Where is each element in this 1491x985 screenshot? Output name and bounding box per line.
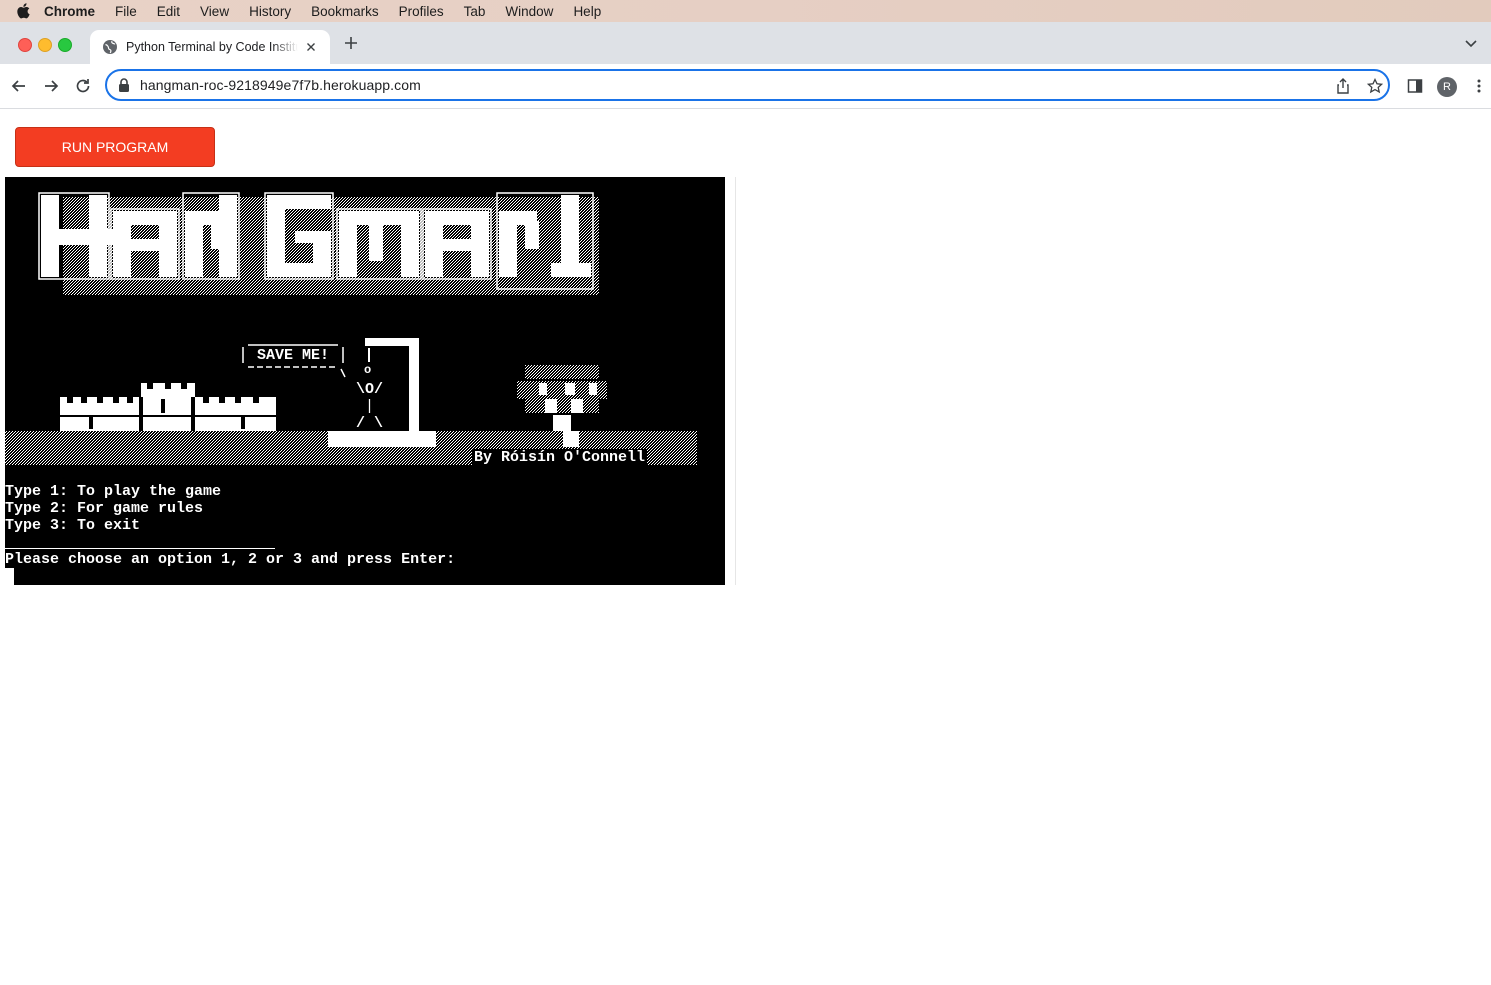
reload-icon[interactable] [73, 76, 93, 96]
profile-avatar[interactable]: R [1437, 77, 1457, 97]
menu-profiles[interactable]: Profiles [399, 4, 444, 19]
forward-arrow-icon[interactable] [41, 76, 61, 96]
menu-window[interactable]: Window [505, 4, 553, 19]
macos-menu-bar: Chrome File Edit View History Bookmarks … [0, 0, 1491, 22]
apple-logo-icon[interactable] [16, 3, 30, 19]
menu-tab[interactable]: Tab [464, 4, 486, 19]
terminal-container: SAVE ME! o \O/ | / \ By Róisín O'Connell… [5, 177, 736, 585]
window-minimize-button[interactable] [38, 38, 52, 52]
menu-help[interactable]: Help [573, 4, 601, 19]
tab-strip: Python Terminal by Code Institute [0, 22, 1491, 64]
run-program-button[interactable]: RUN PROGRAM [15, 127, 215, 167]
tab-search-chevron-down-icon[interactable] [1462, 34, 1480, 52]
address-bar[interactable]: hangman-roc-9218949e7f7b.herokuapp.com [105, 69, 1390, 101]
more-vertical-icon[interactable] [1471, 78, 1487, 94]
menu-app-name[interactable]: Chrome [44, 4, 95, 19]
menu-history[interactable]: History [249, 4, 291, 19]
bookmark-star-icon[interactable] [1367, 78, 1383, 94]
gallows-base [328, 431, 436, 447]
hanged-figure-legs: / \ [356, 415, 384, 432]
side-panel-icon[interactable] [1407, 78, 1423, 94]
tab-close-icon[interactable] [304, 40, 318, 54]
save-me-text: SAVE ME! [257, 347, 330, 364]
menu-option-3: Type 3: To exit [5, 517, 141, 534]
url-text[interactable]: hangman-roc-9218949e7f7b.herokuapp.com [140, 77, 421, 93]
python-terminal[interactable]: SAVE ME! o \O/ | / \ By Róisín O'Connell… [5, 177, 725, 585]
menu-option-2: Type 2: For game rules [5, 500, 204, 517]
menu-view[interactable]: View [200, 4, 229, 19]
share-icon[interactable] [1335, 78, 1351, 94]
hanged-figure-body: | [365, 398, 375, 415]
menu-file[interactable]: File [115, 4, 137, 19]
new-tab-plus-icon[interactable] [342, 34, 360, 52]
menu-divider [5, 548, 275, 549]
hanged-figure-arms: \O/ [356, 381, 384, 398]
window-close-button[interactable] [18, 38, 32, 52]
author-byline: By Róisín O'Connell [472, 449, 648, 466]
hanged-figure-head: o [364, 363, 372, 377]
terminal-cursor[interactable] [5, 568, 14, 585]
menu-edit[interactable]: Edit [157, 4, 180, 19]
browser-toolbar: hangman-roc-9218949e7f7b.herokuapp.com R [0, 64, 1491, 109]
input-prompt: Please choose an option 1, 2 or 3 and pr… [5, 551, 456, 568]
hangman-title-banner [38, 192, 599, 295]
menu-bookmarks[interactable]: Bookmarks [311, 4, 379, 19]
browser-tab-active[interactable]: Python Terminal by Code Institute [90, 30, 330, 64]
back-arrow-icon[interactable] [9, 76, 29, 96]
lock-icon[interactable] [118, 78, 130, 92]
window-zoom-button[interactable] [58, 38, 72, 52]
tab-title: Python Terminal by Code Institute [126, 40, 298, 54]
menu-option-1: Type 1: To play the game [5, 483, 222, 500]
globe-favicon-icon [103, 40, 117, 54]
